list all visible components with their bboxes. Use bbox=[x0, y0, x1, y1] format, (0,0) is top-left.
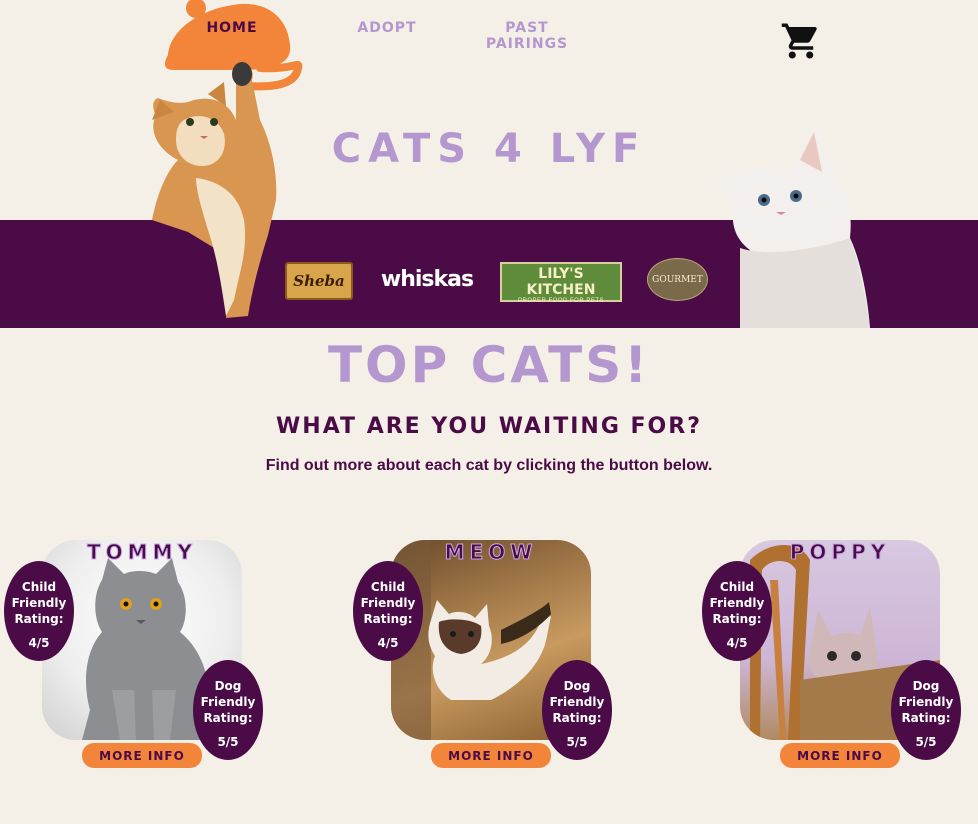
cat-card: POPPY Child Friendly Rating: 4/5 Dog Fri… bbox=[698, 530, 968, 770]
more-info-button[interactable]: MORE INFO bbox=[82, 743, 202, 768]
nav-home-link[interactable]: HOME bbox=[205, 20, 259, 36]
brand-logo-sheba: Sheba bbox=[285, 262, 353, 300]
brand-logo-whiskas: whiskas bbox=[380, 267, 474, 292]
child-rating-label: Child Friendly Rating: bbox=[11, 580, 67, 626]
cat-name: POPPY bbox=[789, 540, 891, 565]
child-rating-label: Child Friendly Rating: bbox=[709, 580, 765, 626]
ginger-kitten-image bbox=[152, 62, 277, 318]
cat-name: TOMMY bbox=[87, 540, 197, 565]
child-friendly-rating-badge: Child Friendly Rating: 4/5 bbox=[702, 561, 772, 661]
top-cats-subheading: WHAT ARE YOU WAITING FOR? bbox=[276, 414, 702, 439]
top-cats-heading: TOP CATS! bbox=[327, 336, 651, 394]
white-kitten-image bbox=[714, 128, 870, 328]
dog-friendly-rating-badge: Dog Friendly Rating: 5/5 bbox=[193, 660, 263, 760]
brand-logo-lilys-kitchen: LILY'S KITCHEN PROPER FOOD FOR PETS bbox=[500, 262, 622, 304]
cat-card: TOMMY Child Friendly Rating: 4/5 Dog Fri… bbox=[0, 530, 270, 770]
more-info-button[interactable]: MORE INFO bbox=[780, 743, 900, 768]
dog-rating-value: 5/5 bbox=[915, 735, 937, 749]
child-rating-value: 4/5 bbox=[28, 636, 50, 650]
child-rating-label: Child Friendly Rating: bbox=[360, 580, 416, 626]
dog-rating-label: Dog Friendly Rating: bbox=[898, 679, 954, 725]
dog-rating-value: 5/5 bbox=[566, 735, 588, 749]
top-cats-description: Find out more about each cat by clicking… bbox=[265, 457, 713, 474]
more-info-button[interactable]: MORE INFO bbox=[431, 743, 551, 768]
child-rating-value: 4/5 bbox=[377, 636, 399, 650]
dog-rating-label: Dog Friendly Rating: bbox=[200, 679, 256, 725]
cat-card: MEOW Child Friendly Rating: 4/5 Dog Frie… bbox=[349, 530, 619, 770]
child-rating-value: 4/5 bbox=[726, 636, 748, 650]
child-friendly-rating-badge: Child Friendly Rating: 4/5 bbox=[353, 561, 423, 661]
brand-logo-gourmet: GOURMET bbox=[647, 258, 708, 301]
shopping-cart-icon[interactable] bbox=[780, 20, 822, 62]
dog-friendly-rating-badge: Dog Friendly Rating: 5/5 bbox=[542, 660, 612, 760]
dog-rating-value: 5/5 bbox=[217, 735, 239, 749]
dog-rating-label: Dog Friendly Rating: bbox=[549, 679, 605, 725]
nav-past-pairings-link[interactable]: PAST PAIRINGS bbox=[485, 20, 569, 52]
child-friendly-rating-badge: Child Friendly Rating: 4/5 bbox=[4, 561, 74, 661]
nav-adopt-link[interactable]: ADOPT bbox=[357, 20, 417, 36]
cat-name: MEOW bbox=[444, 540, 538, 565]
dog-friendly-rating-badge: Dog Friendly Rating: 5/5 bbox=[891, 660, 961, 760]
